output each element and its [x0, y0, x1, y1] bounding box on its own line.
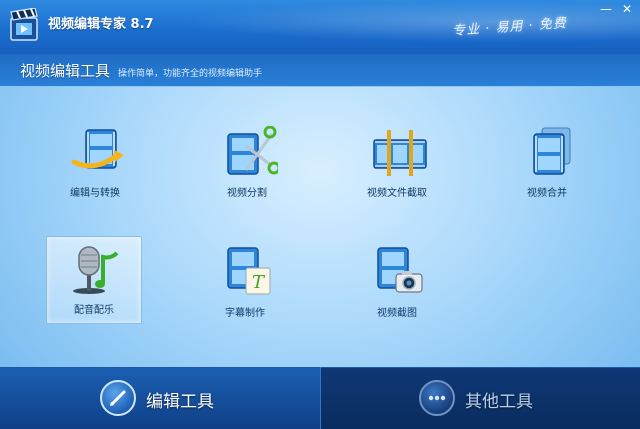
film-camera-icon	[377, 247, 423, 293]
tab-edit-tools[interactable]: 编辑工具	[0, 368, 320, 429]
film-crop-icon	[373, 130, 427, 176]
film-arrow-icon	[71, 129, 124, 169]
film-stack-icon	[533, 127, 571, 175]
svg-text:T: T	[252, 272, 266, 293]
tool-label: 视频分割	[227, 188, 267, 199]
tool-video-clip[interactable]: 视频文件截取	[350, 120, 444, 206]
app-window: 视频编辑专家 8.7 专业 · 易用 · 免费 — ✕ 视频编辑工具 操作简单，…	[0, 0, 640, 429]
tool-label: 编辑与转换	[70, 188, 120, 199]
tab-label: 其他工具	[465, 392, 533, 412]
close-button[interactable]: ✕	[619, 2, 635, 16]
tool-dubbing-music[interactable]: 配音配乐	[46, 236, 142, 324]
tool-subtitle-maker[interactable]: T 字幕制作	[198, 240, 292, 326]
clapperboard-app-icon	[10, 8, 38, 41]
tool-video-split[interactable]: 视频分割	[200, 120, 294, 206]
section-title: 视频编辑工具	[20, 62, 111, 80]
tool-label: 视频截图	[377, 308, 417, 319]
tool-video-screenshot[interactable]: 视频截图	[350, 240, 444, 326]
film-text-icon: T	[227, 247, 271, 295]
minimize-button[interactable]: —	[598, 2, 614, 16]
tool-label: 视频合并	[527, 188, 567, 199]
section-header: 视频编辑工具 操作简单，功能齐全的视频编辑助手	[0, 54, 640, 87]
film-scissors-icon	[227, 126, 278, 175]
microphone-music-icon	[73, 246, 119, 294]
title-bar[interactable]: 视频编辑专家 8.7 专业 · 易用 · 免费 — ✕	[0, 0, 640, 54]
tool-label: 配音配乐	[74, 305, 114, 316]
bottom-divider	[320, 367, 321, 429]
tool-edit-convert[interactable]: 编辑与转换	[48, 120, 142, 206]
tool-video-merge[interactable]: 视频合并	[500, 120, 594, 206]
tool-label: 字幕制作	[225, 308, 265, 319]
tab-other-tools[interactable]: 其他工具	[321, 368, 640, 429]
window-title: 视频编辑专家 8.7	[48, 17, 154, 32]
pencil-icon	[100, 380, 136, 416]
tool-label: 视频文件截取	[367, 188, 427, 199]
more-dots-icon	[419, 380, 455, 416]
section-subtitle: 操作简单，功能齐全的视频编辑助手	[118, 69, 263, 79]
tab-label: 编辑工具	[146, 392, 214, 412]
